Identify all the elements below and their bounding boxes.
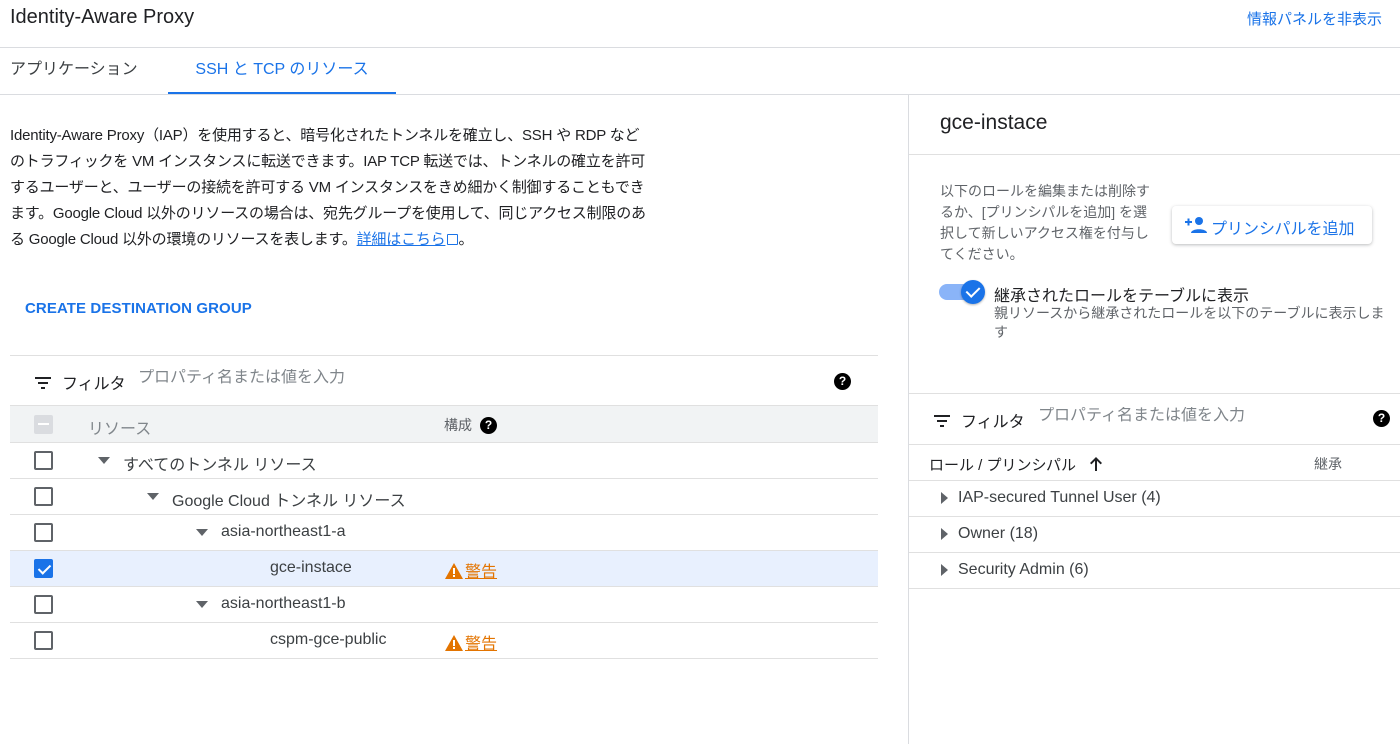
row-checkbox[interactable] [34, 523, 53, 542]
description: Identity-Aware Proxy（IAP）を使用すると、暗号化されたトン… [10, 123, 650, 253]
column-header-inherited: 継承 [1314, 456, 1342, 472]
resource-name: すべてのトンネル リソース [123, 457, 317, 474]
filter-icon [35, 377, 51, 389]
info-panel: gce-instace 以下のロールを編集または削除するか、[プリンシパルを追加… [908, 95, 1400, 744]
row-checkbox[interactable] [34, 595, 53, 614]
tab-applications[interactable]: アプリケーション [10, 48, 138, 94]
show-inherited-toggle[interactable] [939, 280, 985, 304]
info-panel-description: 以下のロールを編集または削除するか、[プリンシパルを追加] を選択して新しいアク… [940, 183, 1150, 262]
learn-more-link[interactable]: 詳細はこちら [357, 231, 446, 248]
caret-down-icon[interactable] [147, 493, 159, 500]
external-link-icon [447, 234, 459, 245]
row-checkbox[interactable] [34, 559, 53, 578]
resource-name: asia-northeast1-a [221, 523, 346, 540]
caret-right-icon[interactable] [941, 492, 948, 504]
caret-down-icon[interactable] [98, 457, 110, 464]
help-icon[interactable]: ? [834, 373, 851, 390]
role-filter-bar: フィルタ ? [909, 393, 1400, 444]
resource-name: cspm-gce-public [270, 631, 387, 648]
filter-label: フィルタ [62, 376, 126, 393]
role-row[interactable]: Owner (18) [909, 517, 1400, 553]
role-row[interactable]: IAP-secured Tunnel User (4) [909, 481, 1400, 517]
row-checkbox[interactable] [34, 451, 53, 470]
resource-name: asia-northeast1-b [221, 595, 346, 612]
create-destination-group-button[interactable]: CREATE DESTINATION GROUP [25, 300, 252, 317]
add-principal-button[interactable]: プリンシパルを追加 [1172, 206, 1372, 244]
filter-label: フィルタ [961, 414, 1025, 431]
info-panel-header: gce-instace [909, 95, 1400, 155]
role-name: Security Admin (6) [958, 561, 1089, 578]
row-checkbox[interactable] [34, 487, 53, 506]
resource-name: Google Cloud トンネル リソース [172, 493, 406, 510]
column-header-role[interactable]: ロール / プリンシパル [929, 454, 1076, 475]
add-principal-label: プリンシパルを追加 [1211, 221, 1355, 238]
warning-icon [445, 635, 463, 651]
show-inherited-help: 親リソースから継承されたロールを以下のテーブルに表示します [994, 305, 1385, 340]
table-row[interactable]: cspm-gce-public 警告 [10, 623, 878, 659]
table-row[interactable]: すべてのトンネル リソース [10, 443, 878, 479]
show-inherited-label: 継承されたロールをテーブルに表示 [994, 288, 1250, 305]
select-all-checkbox [34, 415, 53, 434]
role-filter-input[interactable] [1038, 407, 1338, 425]
caret-down-icon[interactable] [196, 529, 208, 536]
description-end: 。 [458, 231, 474, 248]
add-person-icon [1185, 217, 1207, 233]
checkmark-icon [961, 280, 985, 304]
column-header-config: 構成 [444, 417, 472, 433]
warning-icon [445, 563, 463, 579]
hide-info-panel-link[interactable]: 情報パネルを非表示 [1247, 8, 1382, 29]
caret-right-icon[interactable] [941, 564, 948, 576]
table-header: リソース 構成 ? [10, 406, 878, 443]
warning-text: 警告 [465, 564, 498, 581]
top-bar: Identity-Aware Proxy 情報パネルを非表示 [0, 0, 1400, 48]
tab-bar: アプリケーション SSH と TCP のリソース [0, 48, 1400, 95]
config-help-icon[interactable]: ? [480, 417, 497, 434]
filter-input[interactable] [138, 369, 638, 387]
table-row[interactable]: asia-northeast1-b [10, 587, 878, 623]
resource-name: gce-instace [270, 559, 352, 576]
warning-link[interactable]: 警告 [445, 630, 497, 654]
warning-text: 警告 [465, 636, 498, 653]
table-row[interactable]: asia-northeast1-a [10, 515, 878, 551]
info-panel-title: gce-instace [940, 111, 1048, 134]
role-table-header: ロール / プリンシパル 継承 [909, 444, 1400, 481]
row-checkbox[interactable] [34, 631, 53, 650]
role-name: Owner (18) [958, 525, 1039, 542]
description-text: Identity-Aware Proxy（IAP）を使用すると、暗号化されたトン… [10, 127, 646, 248]
role-row[interactable]: Security Admin (6) [909, 553, 1400, 589]
sort-arrow-up-icon[interactable] [1089, 456, 1103, 472]
caret-right-icon[interactable] [941, 528, 948, 540]
warning-link[interactable]: 警告 [445, 558, 497, 582]
column-header-resource[interactable]: リソース [88, 415, 151, 439]
filter-icon [934, 415, 950, 427]
table-row[interactable]: gce-instace 警告 [10, 551, 878, 587]
tab-ssh-tcp-resources[interactable]: SSH と TCP のリソース [168, 48, 396, 94]
help-icon[interactable]: ? [1373, 410, 1390, 427]
table-row[interactable]: Google Cloud トンネル リソース [10, 479, 878, 515]
page-title: Identity-Aware Proxy [10, 6, 195, 28]
caret-down-icon[interactable] [196, 601, 208, 608]
resource-filter-bar: フィルタ ? [10, 355, 878, 406]
role-name: IAP-secured Tunnel User (4) [958, 489, 1161, 506]
main-content: Identity-Aware Proxy（IAP）を使用すると、暗号化されたトン… [0, 95, 908, 744]
